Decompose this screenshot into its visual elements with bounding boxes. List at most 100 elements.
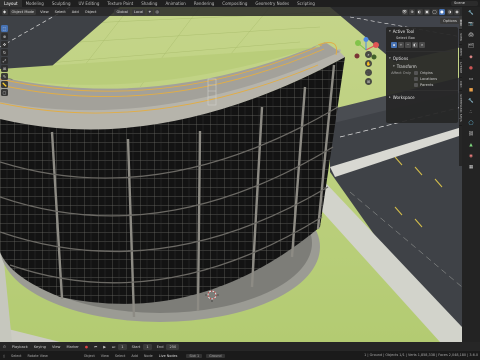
solid-shading-icon[interactable]: ● (439, 8, 445, 15)
add-cube-tool-icon[interactable]: ▢ (1, 89, 8, 96)
editor-type-icon[interactable]: ◆ (1, 8, 8, 15)
scene-selector[interactable]: Scene (451, 1, 478, 6)
active-tool-header[interactable]: ▾ Active Tool (386, 27, 458, 35)
live-nodes-toggle[interactable]: Live Nodes (156, 354, 181, 358)
workspace-header[interactable]: ▸ Workspace (386, 93, 458, 101)
options-header[interactable]: ▾ Options (386, 54, 458, 62)
world-properties-icon[interactable]: ● (467, 65, 475, 73)
tool-shelf: ⬚ ⊕ ✥ ↻ ⤢ ⊞ ✎ 📏 ▢ (1, 25, 8, 97)
scale-tool-icon[interactable]: ⤢ (1, 57, 8, 64)
tab-uv-editing[interactable]: UV Editing (75, 0, 104, 7)
status-view-menu[interactable]: View (98, 354, 112, 358)
tab-texture-paint[interactable]: Texture Paint (103, 0, 137, 7)
status-rotate-hint: Rotate View (27, 353, 48, 358)
material-properties-icon[interactable]: ◉ (467, 153, 475, 161)
marker-menu[interactable]: Marker (63, 345, 81, 349)
tab-compositing[interactable]: Compositing (218, 0, 251, 7)
tab-scripting[interactable]: Scripting (293, 0, 319, 7)
tab-geometry-nodes[interactable]: Geometry Nodes (251, 0, 293, 7)
move-tool-icon[interactable]: ✥ (1, 41, 8, 48)
object-menu[interactable]: Object (83, 9, 99, 15)
play-icon[interactable]: ▶ (100, 345, 109, 349)
texture-properties-icon[interactable]: ▦ (467, 164, 475, 172)
record-icon[interactable]: ● (82, 345, 91, 349)
grid-ortho-icon[interactable]: ⊞ (365, 78, 372, 85)
scene-statistics: 1 | Ground | Objects 1/1 | Verts 1,858,3… (364, 353, 478, 357)
particles-properties-icon[interactable]: ∴ (467, 109, 475, 117)
end-frame-field[interactable]: 250 (166, 343, 180, 350)
mode-selector[interactable]: Object Mode (9, 8, 37, 15)
tab-sculpting[interactable]: Sculpting (48, 0, 75, 7)
playback-menu[interactable]: Playback (9, 345, 31, 349)
material-dropdown[interactable]: Ground (206, 353, 225, 358)
origins-checkbox[interactable] (414, 71, 418, 75)
mouse-left-icon: 🖱 (3, 353, 6, 358)
keying-menu[interactable]: Keying (31, 345, 49, 349)
constraints-properties-icon[interactable]: ⛓ (467, 131, 475, 139)
tab-rendering[interactable]: Rendering (190, 0, 218, 7)
tab-modeling[interactable]: Modeling (22, 0, 48, 7)
subtract-selection-icon[interactable]: − (405, 42, 411, 48)
jump-end-icon[interactable]: ⏭ (109, 345, 118, 349)
zoom-icon[interactable]: ⌕ (365, 51, 372, 58)
transform-tool-icon[interactable]: ⊞ (1, 65, 8, 72)
locations-checkbox[interactable] (414, 77, 418, 81)
extend-selection-icon[interactable]: + (398, 42, 404, 48)
xray-toggle-icon[interactable]: ▣ (424, 8, 430, 15)
intersect-selection-icon[interactable]: ∩ (419, 42, 425, 48)
set-selection-icon[interactable]: ▪ (391, 42, 397, 48)
visibility-icon[interactable]: 👁 (401, 8, 408, 15)
current-frame-field[interactable]: 1 (118, 343, 127, 350)
status-select-menu[interactable]: Select (112, 354, 128, 358)
select-menu[interactable]: Select (53, 9, 68, 15)
data-properties-icon[interactable]: ▲ (467, 142, 475, 150)
wireframe-shading-icon[interactable]: ◯ (431, 8, 438, 15)
annotate-tool-icon[interactable]: ✎ (1, 73, 8, 80)
parents-checkbox[interactable] (414, 83, 418, 87)
timeline-view-menu[interactable]: View (49, 345, 64, 349)
snap-icon[interactable]: ⌖ (146, 8, 153, 15)
view-menu[interactable]: View (38, 9, 51, 15)
pivot-dropdown[interactable]: Local (131, 8, 146, 15)
transform-header[interactable]: ▾ Transform (386, 62, 458, 70)
cursor-tool-icon[interactable]: ⊕ (1, 33, 8, 40)
status-add-menu[interactable]: Add (128, 354, 141, 358)
scene-properties-icon[interactable]: ◆ (467, 54, 475, 62)
tab-animation[interactable]: Animation (161, 0, 189, 7)
status-bar: 🖱 Select Rotate View Object View Select … (0, 351, 480, 360)
overlay-toggle-icon[interactable]: ◐ (416, 8, 423, 15)
timeline-header: ⏱ Playback Keying View Marker ● ⏮ ▶ ⏭ 1 … (0, 342, 480, 351)
divider (386, 90, 458, 91)
output-properties-icon[interactable]: 🖨 (467, 32, 475, 40)
tool-properties-icon[interactable]: 🔧 (467, 10, 475, 18)
material-shading-icon[interactable]: ◑ (446, 8, 453, 15)
add-menu[interactable]: Add (70, 9, 81, 15)
rotate-tool-icon[interactable]: ↻ (1, 49, 8, 56)
status-object-menu[interactable]: Object (81, 354, 98, 358)
start-frame-field[interactable]: 1 (143, 343, 152, 350)
tab-layout[interactable]: Layout (0, 0, 22, 7)
sidebar-tool-panel: ▾ Active Tool Select Box ▪ + − ◧ ∩ ▾ Opt… (386, 27, 458, 123)
pan-hand-icon[interactable]: ✋ (365, 60, 372, 67)
modifier-properties-icon[interactable]: 🔧 (467, 98, 475, 106)
rendered-shading-icon[interactable]: ◉ (454, 8, 460, 15)
select-box-tool-icon[interactable]: ⬚ (1, 25, 8, 32)
camera-view-icon[interactable]: 🎥 (365, 69, 372, 76)
slot-dropdown[interactable]: Slot 1 (186, 353, 203, 358)
status-node-menu[interactable]: Node (141, 354, 156, 358)
options-dropdown[interactable]: Options (440, 18, 460, 24)
measure-tool-icon[interactable]: 📏 (1, 81, 8, 88)
invert-selection-icon[interactable]: ◧ (412, 42, 418, 48)
status-select-hint: Select (11, 353, 22, 358)
timeline-editor-icon[interactable]: ⏱ (0, 345, 9, 349)
object-properties-icon[interactable]: ■ (467, 87, 475, 95)
view-layer-icon[interactable]: 🗂 (467, 43, 475, 51)
proportional-edit-icon[interactable]: ◎ (154, 8, 161, 15)
physics-properties-icon[interactable]: ◯ (467, 120, 475, 128)
tab-shading[interactable]: Shading (137, 0, 161, 7)
gizmo-toggle-icon[interactable]: ⊕ (409, 8, 415, 15)
render-properties-icon[interactable]: 📷 (467, 21, 475, 29)
orientation-dropdown[interactable]: Global (114, 8, 130, 15)
collection-properties-icon[interactable]: ▭ (467, 76, 475, 84)
jump-start-icon[interactable]: ⏮ (91, 345, 100, 349)
